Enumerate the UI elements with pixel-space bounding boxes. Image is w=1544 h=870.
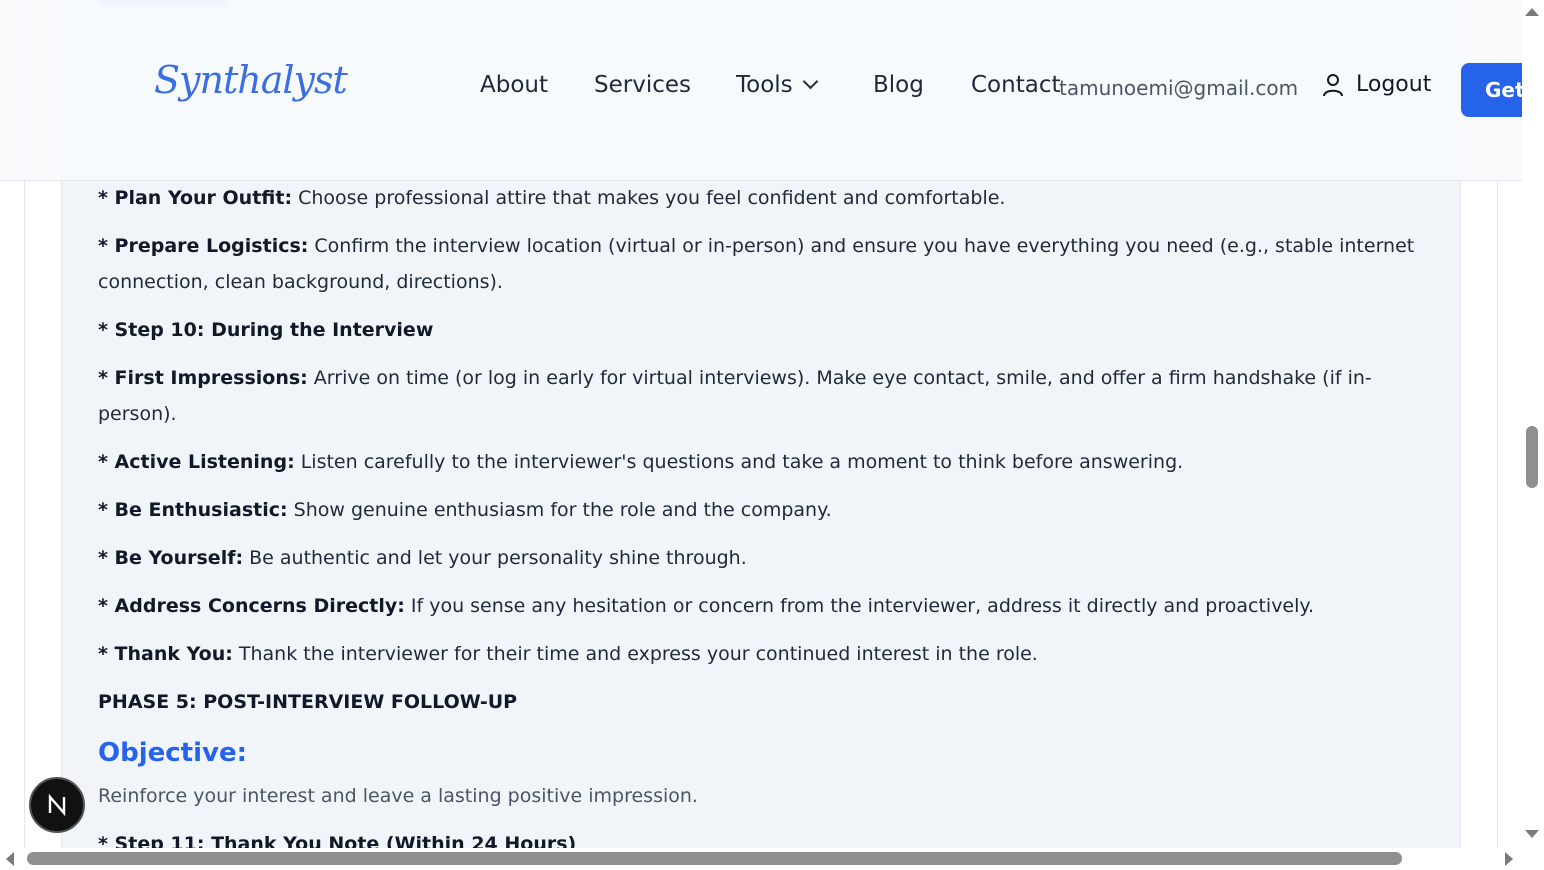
get-started-button[interactable]: Get [1461,63,1522,117]
vertical-scrollbar-thumb[interactable] [1526,426,1538,488]
phase-heading: PHASE 5: POST-INTERVIEW FOLLOW-UP [98,691,518,713]
list-item: * Be Yourself: Be authentic and let your… [98,547,747,569]
user-icon [1323,73,1343,96]
nav-about[interactable]: About [480,72,548,98]
scroll-left-arrow-icon[interactable] [6,852,14,866]
list-item: * Plan Your Outfit: Choose professional … [98,187,1006,209]
nav-tools[interactable]: Tools [736,72,818,98]
nav-contact[interactable]: Contact [971,72,1060,98]
list-item: * First Impressions: Arrive on time (or … [98,367,1372,425]
next-dev-badge[interactable] [29,777,85,833]
horizontal-scrollbar-thumb[interactable] [27,852,1402,865]
list-item: * Thank You: Thank the interviewer for t… [98,643,1038,665]
list-item: * Be Enthusiastic: Show genuine enthusia… [98,499,832,521]
logo[interactable]: Synthalyst [154,58,348,102]
site-header: Synthalyst About Services Tools Blog Con… [0,0,1522,181]
nav-tools-label: Tools [736,72,793,98]
scroll-right-arrow-icon[interactable] [1505,852,1513,866]
scroll-down-arrow-icon[interactable] [1525,830,1539,838]
scroll-up-arrow-icon[interactable] [1525,8,1539,16]
user-email: tamunoemi@gmail.com [1059,76,1299,100]
logout-label: Logout [1356,72,1432,97]
chevron-down-icon [802,73,818,90]
logout-button[interactable]: Logout [1322,72,1431,97]
step-heading: * Step 11: Thank You Note (Within 24 Hou… [98,833,577,848]
list-item: * Address Concerns Directly: If you sens… [98,595,1314,617]
step-heading: * Step 10: During the Interview [98,319,434,341]
objective-text: Reinforce your interest and leave a last… [98,785,698,807]
n-logo-icon [48,793,66,817]
nav-blog[interactable]: Blog [873,72,924,98]
objective-heading: Objective: [98,738,247,768]
list-item: * Active Listening: Listen carefully to … [98,451,1184,473]
list-item: * Prepare Logistics: Confirm the intervi… [98,235,1415,293]
nav-services[interactable]: Services [594,72,691,98]
page: * Plan Your Outfit: Choose professional … [0,0,1522,848]
vertical-scrollbar[interactable] [1522,0,1544,848]
